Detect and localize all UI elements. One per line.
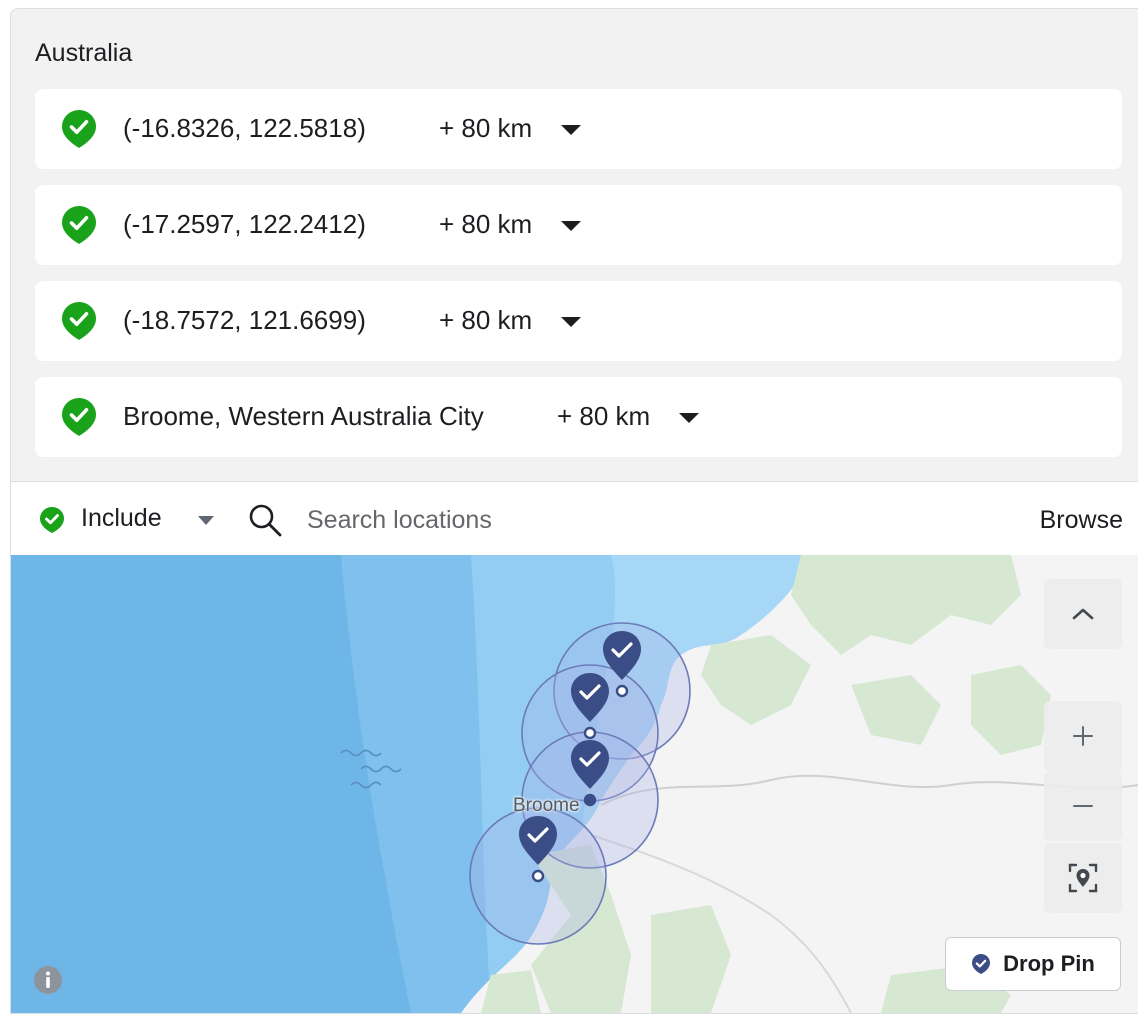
search-icon: [249, 504, 282, 537]
green-check-pin-icon: [62, 398, 96, 436]
zoom-in-button[interactable]: [1044, 701, 1122, 771]
drop-pin-button[interactable]: Drop Pin: [945, 937, 1121, 991]
location-name: Broome, Western Australia City: [123, 401, 484, 431]
collapse-map-button[interactable]: [1044, 579, 1122, 649]
browse-button[interactable]: Browse: [1040, 506, 1123, 535]
my-location-button[interactable]: [1044, 843, 1122, 913]
location-targeting-panel: Australia (-16.8326, 122.5818) + 80 km (…: [10, 8, 1138, 1014]
pin-check-icon: [972, 954, 991, 974]
chevron-up-icon: [1072, 608, 1094, 620]
zoom-in-icon: [1073, 726, 1093, 746]
caret-down-icon[interactable]: [561, 125, 581, 135]
radius-selector[interactable]: + 80 km: [439, 209, 532, 240]
zoom-out-icon: [1073, 805, 1093, 807]
location-name: (-18.7572, 121.6699): [123, 305, 366, 335]
location-row[interactable]: (-18.7572, 121.6699) + 80 km: [35, 281, 1122, 361]
drop-pin-label: Drop Pin: [1003, 951, 1095, 976]
green-check-pin-icon: [62, 206, 96, 244]
location-name: (-16.8326, 122.5818): [123, 113, 366, 143]
map-view[interactable]: Broome Drop Pin: [11, 555, 1138, 1013]
include-dropdown[interactable]: Include: [81, 504, 162, 533]
my-location-icon: [1068, 863, 1098, 893]
location-row[interactable]: (-16.8326, 122.5818) + 80 km: [35, 89, 1122, 169]
caret-down-icon[interactable]: [198, 516, 214, 525]
radius-selector[interactable]: + 80 km: [439, 305, 532, 336]
search-input[interactable]: [305, 500, 909, 540]
radius-selector[interactable]: + 80 km: [557, 401, 650, 432]
location-row[interactable]: Broome, Western Australia City + 80 km: [35, 377, 1122, 457]
region-title: Australia: [35, 39, 133, 67]
caret-down-icon[interactable]: [561, 317, 581, 327]
location-name: (-17.2597, 122.2412): [123, 209, 366, 239]
zoom-out-button[interactable]: [1044, 771, 1122, 841]
caret-down-icon[interactable]: [679, 413, 699, 423]
green-check-pin-icon: [62, 302, 96, 340]
map-city-label: Broome: [513, 795, 580, 816]
green-check-pin-icon: [62, 110, 96, 148]
include-check-icon[interactable]: [39, 506, 65, 534]
radius-selector[interactable]: + 80 km: [439, 113, 532, 144]
location-row[interactable]: (-17.2597, 122.2412) + 80 km: [35, 185, 1122, 265]
caret-down-icon[interactable]: [561, 221, 581, 231]
location-search-bar: Include Browse: [11, 481, 1138, 556]
info-icon[interactable]: [33, 965, 63, 995]
